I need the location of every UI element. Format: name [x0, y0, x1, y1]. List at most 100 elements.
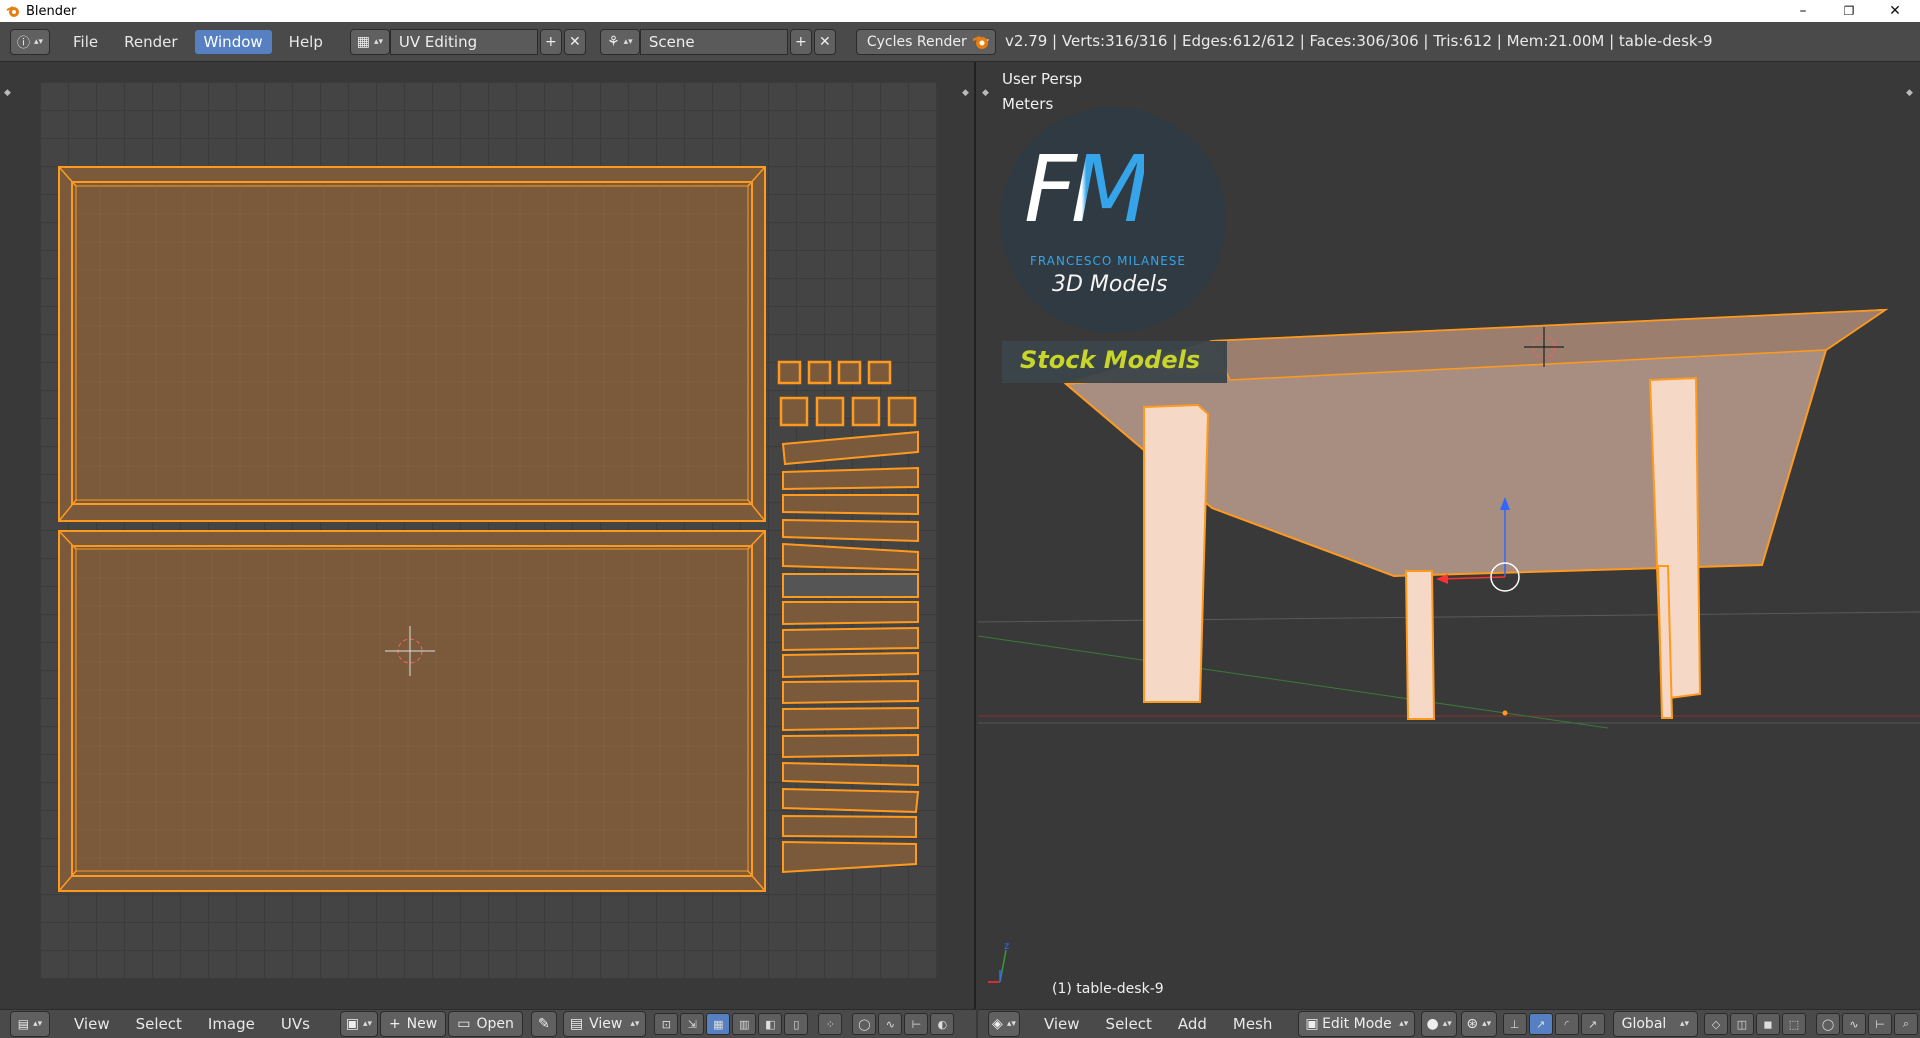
proportional-edit-icon[interactable]: ◯ [1815, 1013, 1840, 1035]
image-browse-button[interactable]: ▣ ▴▾ [339, 1011, 378, 1037]
orientation-dropdown[interactable]: Global ▴▾ [1612, 1011, 1698, 1037]
menu-file[interactable]: File [64, 30, 107, 54]
snap-target-icon[interactable]: ⊢ [904, 1013, 929, 1035]
window-title: Blender [26, 3, 77, 19]
uv-header-menus: View Select Image UVs [74, 1015, 336, 1033]
mode-label: Edit Mode [1322, 1016, 1392, 1032]
translate-icon[interactable]: ↗ [1528, 1013, 1553, 1035]
dropdown-arrows-icon: ▴▾ [1006, 1019, 1016, 1029]
image-icon: ▣ [345, 1016, 360, 1032]
shading-dropdown[interactable]: ● ▴▾ [1421, 1011, 1457, 1037]
table-leg-back-left[interactable] [1404, 570, 1436, 720]
folder-icon: ▭ [457, 1016, 471, 1032]
active-object-label: (1) table-desk-9 [1052, 981, 1164, 997]
dropdown-arrows-icon: ▴▾ [33, 1019, 43, 1029]
plus-icon: + [545, 33, 557, 50]
menu-help[interactable]: Help [280, 30, 332, 54]
watermark-tagline: 3D Models [1052, 272, 1168, 297]
view-mode-dropdown[interactable]: ▤ View ▴▾ [562, 1011, 647, 1037]
snap-icon[interactable]: ∿ [878, 1013, 903, 1035]
uv-menu-uvs[interactable]: UVs [281, 1015, 310, 1033]
scene-selector[interactable]: ⚘ ▴▾ [599, 28, 640, 55]
blender-logo-icon [6, 6, 19, 17]
add-scene-button[interactable]: + [789, 28, 812, 55]
occlude-geometry-icon[interactable]: ⬚ [1781, 1013, 1806, 1035]
uv-grid[interactable] [40, 82, 937, 979]
uv-island-top-inner[interactable] [71, 181, 753, 505]
manipulator-toggle-icon[interactable]: ⊥ [1502, 1013, 1527, 1035]
open-image-label: Open [476, 1016, 514, 1032]
3d-viewport[interactable]: ◆ ◆ User Persp Meters z FM FRANCESCO MIL… [978, 62, 1920, 1009]
more-icon[interactable]: ⌕ [1893, 1013, 1918, 1035]
island-select-icon[interactable]: ▯ [784, 1013, 809, 1035]
editor-type-button[interactable]: ⓘ ▴▾ [10, 28, 50, 55]
maximize-button[interactable]: ❐ [1826, 0, 1872, 22]
vertex-select-icon[interactable]: ◇ [1703, 1013, 1728, 1035]
edge-select-icon[interactable]: ▥ [732, 1013, 757, 1035]
mode-dropdown[interactable]: ▣ Edit Mode ▴▾ [1298, 1011, 1416, 1037]
watermark-brand-name: FRANCESCO MILANESE [1030, 254, 1186, 268]
snap-icon[interactable]: ∿ [1841, 1013, 1866, 1035]
solid-shading-icon: ● [1426, 1016, 1439, 1032]
vertex-select-icon[interactable]: ▦ [706, 1013, 731, 1035]
delete-screen-button[interactable]: ✕ [563, 28, 586, 55]
uv-image-editor[interactable]: ◆ ◆ [0, 62, 976, 1009]
uv-menu-view[interactable]: View [74, 1015, 110, 1033]
table-leg-front-left[interactable] [1143, 403, 1210, 703]
main-menu: File Render Window Help [64, 29, 340, 54]
screen-layout-field[interactable]: UV Editing [389, 28, 538, 55]
uv-editor-type-button[interactable]: ▤ ▴▾ [10, 1011, 50, 1037]
region-toggle-icon[interactable]: ◆ [4, 88, 11, 98]
blender-logo-icon [972, 35, 988, 49]
pivot-point-icon[interactable]: ⁘ [818, 1013, 843, 1035]
close-icon: ✕ [569, 33, 581, 50]
uv-island-bottom-inner[interactable] [71, 545, 753, 877]
render-engine-label: Cycles Render [866, 33, 967, 50]
uv-menu-image[interactable]: Image [208, 1015, 255, 1033]
region-toggle-icon[interactable]: ◆ [962, 88, 969, 98]
open-image-button[interactable]: ▭ Open [448, 1011, 523, 1037]
watermark-letters: FM [1024, 136, 1150, 243]
viewport-menu-view[interactable]: View [1044, 1015, 1080, 1033]
menu-window[interactable]: Window [194, 29, 272, 54]
uv-small-islands[interactable] [777, 360, 917, 427]
face-select-icon[interactable]: ◧ [758, 1013, 783, 1035]
render-slot-icon[interactable]: ◐ [930, 1013, 955, 1035]
uv-editor-header: ▤ ▴▾ View Select Image UVs ▣ ▴▾ + New ▭ Open… [0, 1009, 976, 1038]
dropdown-arrows-icon: ▴▾ [1679, 1019, 1689, 1029]
screen-layout-selector[interactable]: ▦ ▴▾ [349, 28, 390, 55]
new-image-button[interactable]: + New [379, 1011, 447, 1037]
scene-field[interactable]: Scene [639, 28, 788, 55]
add-screen-button[interactable]: + [539, 28, 562, 55]
dropdown-arrows-icon: ▴▾ [1482, 1019, 1492, 1029]
minimize-button[interactable]: – [1780, 0, 1826, 22]
scale-icon[interactable]: ↗ [1580, 1013, 1605, 1035]
info-icon: ⓘ [16, 36, 30, 51]
delete-scene-button[interactable]: ✕ [813, 28, 836, 55]
uv-map[interactable] [40, 82, 937, 979]
watermark-banner: Stock Models [1020, 346, 1201, 374]
table-leg-front-right[interactable] [1648, 376, 1702, 701]
menu-render[interactable]: Render [115, 30, 186, 54]
close-button[interactable]: ✕ [1872, 0, 1918, 22]
orientation-label: Global [1621, 1016, 1667, 1032]
snap-target-icon[interactable]: ⊢ [1867, 1013, 1892, 1035]
new-image-label: New [406, 1016, 438, 1032]
viewport-menu-select[interactable]: Select [1106, 1015, 1152, 1033]
pivot-icon[interactable]: ⊡ [654, 1013, 679, 1035]
viewport-menu-mesh[interactable]: Mesh [1233, 1015, 1273, 1033]
face-select-icon[interactable]: ◼ [1755, 1013, 1780, 1035]
sticky-select-icon[interactable]: ⇲ [680, 1013, 705, 1035]
rotate-icon[interactable]: ◜ [1554, 1013, 1579, 1035]
dropdown-arrows-icon: ▴▾ [363, 1019, 373, 1029]
proportional-edit-icon[interactable]: ◯ [852, 1013, 877, 1035]
pivot-dropdown[interactable]: ⊛ ▴▾ [1460, 1011, 1497, 1037]
edge-select-icon[interactable]: ◫ [1729, 1013, 1754, 1035]
pin-button[interactable]: ✎ [530, 1011, 557, 1037]
uv-strip-islands[interactable] [781, 430, 920, 874]
viewport-editor-type-button[interactable]: ◈ ▴▾ [988, 1011, 1020, 1037]
dropdown-arrows-icon: ▴▾ [623, 36, 633, 47]
uv-menu-select[interactable]: Select [136, 1015, 182, 1033]
dropdown-arrows-icon: ▴▾ [373, 36, 384, 47]
viewport-menu-add[interactable]: Add [1178, 1015, 1207, 1033]
